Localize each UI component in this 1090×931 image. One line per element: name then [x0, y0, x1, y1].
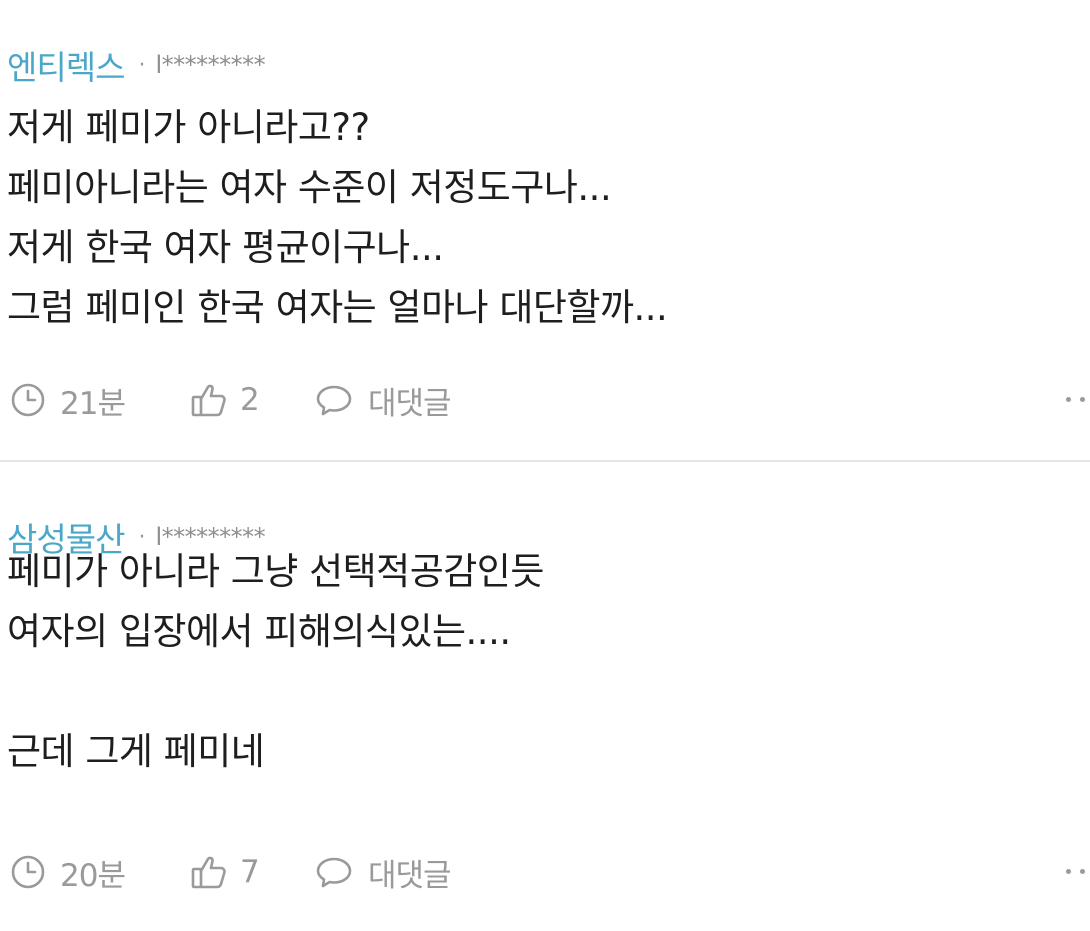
comment-line: 저게 한국 여자 평균이구나... — [7, 226, 444, 269]
like-count: 7 — [240, 854, 260, 890]
comment-actions: 21분 2 대댓글 — [0, 375, 1090, 425]
comment-body: 페미가 아니라 그냥 선택적공감인듯 여자의 입장에서 피해의식있는.... 근… — [7, 542, 544, 782]
like-count: 2 — [240, 382, 260, 418]
timestamp: 20분 — [10, 850, 126, 895]
speech-bubble-icon — [314, 854, 354, 890]
more-options-button[interactable] — [1066, 859, 1090, 883]
comment-actions: 20분 7 대댓글 — [0, 847, 1090, 897]
comment-line: 저게 페미가 아니라고?? — [7, 106, 370, 149]
thumbs-up-icon — [190, 382, 228, 418]
clock-icon — [10, 382, 46, 418]
like-button[interactable]: 7 — [190, 854, 260, 890]
comment-line — [7, 662, 544, 722]
thumbs-up-icon — [190, 854, 228, 890]
reply-label: 대댓글 — [368, 857, 452, 894]
comment-header: 엔티렉스 · l********* — [7, 40, 266, 90]
clock-icon — [10, 854, 46, 890]
comment-line: 페미가 아니라 그냥 선택적공감인듯 — [7, 550, 544, 593]
comment-line: 그럼 페미인 한국 여자는 얼마나 대단할까... — [7, 286, 668, 329]
comment-line: 근데 그게 페미네 — [7, 730, 265, 773]
reply-button[interactable]: 대댓글 — [314, 378, 452, 423]
divider — [0, 460, 1090, 462]
comment-line: 여자의 입장에서 피해의식있는.... — [7, 610, 511, 653]
timestamp: 21분 — [10, 378, 126, 423]
comment-line: 페미아니라는 여자 수준이 저정도구나... — [7, 166, 612, 209]
like-button[interactable]: 2 — [190, 382, 260, 418]
separator-dot: · — [138, 52, 146, 78]
user-id: l********* — [155, 51, 266, 79]
reply-button[interactable]: 대댓글 — [314, 850, 452, 895]
comment-body: 저게 페미가 아니라고?? 페미아니라는 여자 수준이 저정도구나... 저게 … — [7, 98, 668, 338]
more-options-button[interactable] — [1066, 387, 1090, 411]
reply-label: 대댓글 — [368, 385, 452, 422]
time-label: 20분 — [60, 857, 126, 894]
username[interactable]: 엔티렉스 — [7, 41, 125, 89]
time-label: 21분 — [60, 385, 126, 422]
speech-bubble-icon — [314, 382, 354, 418]
